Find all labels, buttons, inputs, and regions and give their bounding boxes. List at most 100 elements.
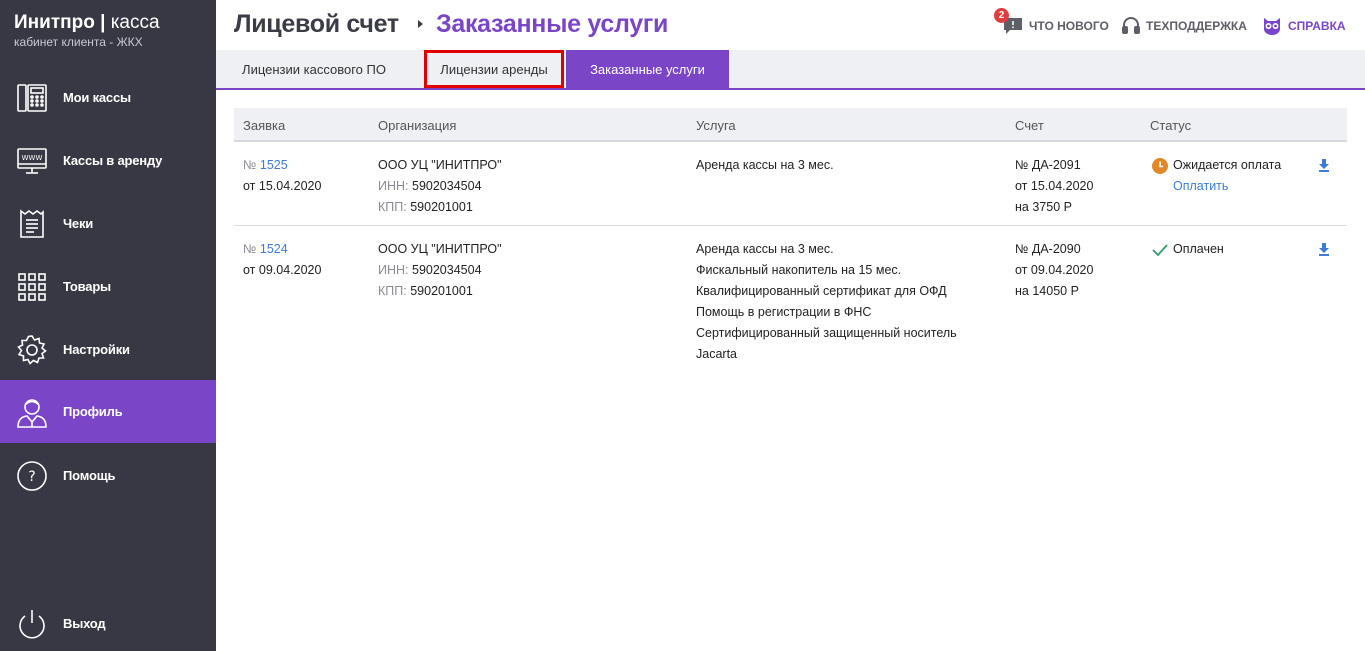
- invoice-sum-prefix: на: [1015, 284, 1029, 298]
- sidebar-item-label: Кассы в аренду: [63, 153, 163, 168]
- status-text: Ожидается оплата: [1173, 158, 1282, 172]
- status-cell: Ожидается оплата Оплатить: [1152, 155, 1281, 197]
- invoice-sum-prefix: на: [1015, 200, 1029, 214]
- org-name: ООО УЦ "ИНИТПРО": [378, 158, 502, 172]
- order-number-link[interactable]: 1524: [260, 242, 288, 256]
- sidebar-item-label: Чеки: [63, 216, 94, 231]
- download-icon[interactable]: [1318, 243, 1330, 261]
- sidebar-item-my-registers[interactable]: Мои кассы: [0, 66, 216, 129]
- page-title: Заказанные услуги: [436, 10, 669, 38]
- kpp-value: 590201001: [410, 284, 473, 298]
- table-row: № 1524 от 09.04.2020 ООО УЦ "ИНИТПРО" ИН…: [234, 226, 1347, 374]
- power-icon: [15, 607, 49, 641]
- support-label: ТЕХПОДДЕРЖКА: [1146, 19, 1247, 33]
- brand: Инитпро | касса кабинет клиента - ЖКХ: [14, 12, 160, 49]
- inn-label: ИНН:: [378, 179, 409, 193]
- cash-register-icon: [15, 81, 49, 115]
- sidebar-item-receipts[interactable]: Чеки: [0, 192, 216, 255]
- service-item: Jacarta: [696, 347, 737, 361]
- invoice-number: № ДА-2090: [1015, 242, 1081, 256]
- support-link[interactable]: ТЕХПОДДЕРЖКА: [1122, 17, 1247, 35]
- brand-name-thin: касса: [110, 12, 160, 33]
- check-icon: [1152, 243, 1168, 257]
- svg-text:?: ?: [28, 469, 35, 485]
- invoice-number: № ДА-2091: [1015, 158, 1081, 172]
- order-prefix: №: [243, 242, 257, 256]
- brand-separator: |: [100, 12, 106, 33]
- question-icon: ?: [15, 459, 49, 493]
- service-item: Фискальный накопитель на 15 мес.: [696, 263, 902, 277]
- download-icon[interactable]: [1318, 159, 1330, 177]
- help-link[interactable]: СПРАВКА: [1262, 17, 1346, 35]
- chat-icon: 2: [994, 8, 1023, 35]
- grid-icon: [15, 270, 49, 304]
- breadcrumb-root[interactable]: Лицевой счет: [234, 10, 399, 39]
- gear-icon: [15, 333, 49, 367]
- organization-cell: ООО УЦ "ИНИТПРО" ИНН: 5902034504 КПП: 59…: [378, 155, 502, 218]
- sidebar-item-label: Мои кассы: [63, 90, 131, 105]
- header: Лицевой счет Заказанные услуги 2 ЧТО НОВ…: [216, 0, 1365, 50]
- brand-subtitle: кабинет клиента - ЖКХ: [14, 35, 143, 49]
- table-header: Заявка Организация Услуга Счет Статус: [234, 108, 1347, 142]
- sidebar-item-help[interactable]: ? Помощь: [0, 444, 216, 507]
- kpp-label: КПП:: [378, 284, 407, 298]
- sidebar-item-rent-registers[interactable]: WWW Кассы в аренду: [0, 129, 216, 192]
- clock-icon: [1152, 157, 1168, 174]
- order-cell: № 1525 от 15.04.2020: [243, 155, 321, 197]
- service-item: Помощь в регистрации в ФНС: [696, 305, 872, 319]
- logout-button[interactable]: Выход: [0, 592, 216, 651]
- brand-name-bold: Инитпро: [14, 12, 95, 33]
- tab-ordered-services[interactable]: Заказанные услуги: [566, 50, 729, 88]
- invoice-sum: 3750 Р: [1032, 200, 1072, 214]
- notification-badge: 2: [994, 8, 1009, 23]
- sidebar-item-label: Помощь: [63, 468, 116, 483]
- column-header-invoice: Счет: [1015, 118, 1044, 133]
- receipt-icon: [15, 207, 49, 241]
- tabs-bar: Лицензии кассового ПО Лицензии аренды За…: [216, 50, 1365, 90]
- status-text: Оплачен: [1173, 242, 1224, 256]
- headset-icon: [1122, 17, 1140, 35]
- kpp-value: 590201001: [410, 200, 473, 214]
- invoice-cell: № ДА-2090 от 09.04.2020 на 14050 Р: [1015, 239, 1093, 302]
- service-item: Аренда кассы на 3 мес.: [696, 158, 834, 172]
- sidebar-item-goods[interactable]: Товары: [0, 255, 216, 318]
- service-item: Сертифицированный защищенный носитель: [696, 326, 957, 340]
- invoice-sum: 14050 Р: [1032, 284, 1079, 298]
- order-cell: № 1524 от 09.04.2020: [243, 239, 321, 281]
- tab-cash-licenses[interactable]: Лицензии кассового ПО: [216, 50, 412, 88]
- org-name: ООО УЦ "ИНИТПРО": [378, 242, 502, 256]
- sidebar-item-settings[interactable]: Настройки: [0, 318, 216, 381]
- orders-table: Заявка Организация Услуга Счет Статус № …: [234, 108, 1347, 374]
- inn-label: ИНН:: [378, 263, 409, 277]
- column-header-order: Заявка: [243, 118, 286, 133]
- order-prefix: №: [243, 158, 257, 172]
- service-item: Аренда кассы на 3 мес.: [696, 242, 834, 256]
- user-icon: [15, 395, 49, 429]
- sidebar-item-profile[interactable]: Профиль: [0, 380, 216, 443]
- svg-text:WWW: WWW: [22, 154, 43, 162]
- www-monitor-icon: WWW: [15, 144, 49, 178]
- pay-link[interactable]: Оплатить: [1173, 176, 1281, 197]
- logout-label: Выход: [63, 616, 106, 631]
- sidebar: Инитпро | касса кабинет клиента - ЖКХ Мо…: [0, 0, 216, 651]
- invoice-date-prefix: от: [1015, 263, 1028, 277]
- column-header-organization: Организация: [378, 118, 457, 133]
- column-header-service: Услуга: [696, 118, 736, 133]
- order-date: от 09.04.2020: [243, 263, 322, 277]
- sidebar-item-label: Настройки: [63, 342, 130, 357]
- service-cell: Аренда кассы на 3 мес. Фискальный накопи…: [696, 239, 957, 365]
- whats-new-label: ЧТО НОВОГО: [1029, 19, 1109, 33]
- sidebar-item-label: Товары: [63, 279, 111, 294]
- help-label: СПРАВКА: [1288, 19, 1346, 33]
- organization-cell: ООО УЦ "ИНИТПРО" ИНН: 5902034504 КПП: 59…: [378, 239, 502, 302]
- whats-new-link[interactable]: 2 ЧТО НОВОГО: [994, 8, 1109, 35]
- breadcrumb-chevron-icon: [418, 20, 423, 28]
- table-row: № 1525 от 15.04.2020 ООО УЦ "ИНИТПРО" ИН…: [234, 142, 1347, 226]
- owl-icon: [1262, 17, 1282, 35]
- order-number-link[interactable]: 1525: [260, 158, 288, 172]
- brand-title: Инитпро | касса: [14, 12, 160, 34]
- inn-value: 5902034504: [412, 179, 482, 193]
- inn-value: 5902034504: [412, 263, 482, 277]
- tab-rent-licenses[interactable]: Лицензии аренды: [424, 50, 564, 88]
- kpp-label: КПП:: [378, 200, 407, 214]
